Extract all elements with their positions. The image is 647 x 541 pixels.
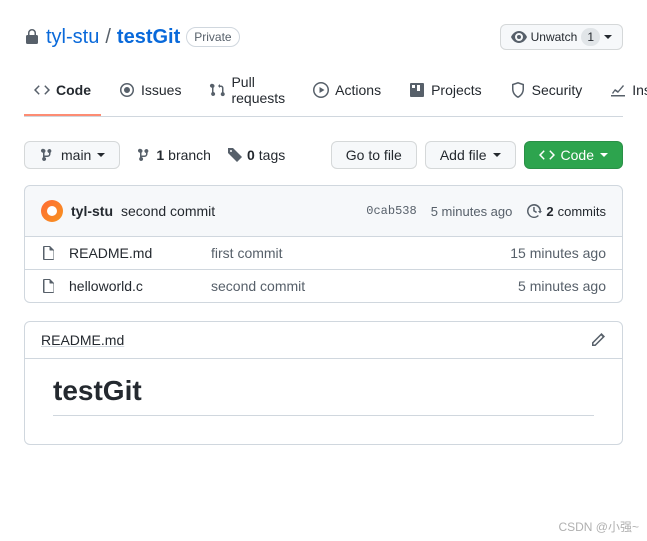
pencil-icon[interactable] [590,332,606,348]
tab-code[interactable]: Code [24,66,101,116]
commit-sha[interactable]: 0cab538 [366,204,416,218]
branch-icon [39,147,55,163]
history-icon [526,203,542,219]
insights-icon [610,82,626,98]
repo-tabs: Code Issues Pull requests Actions Projec… [24,66,623,117]
visibility-badge: Private [186,27,239,47]
shield-icon [510,82,526,98]
path-separator: / [105,26,111,49]
commit-message[interactable]: second commit [121,203,215,219]
lock-icon [24,29,40,45]
file-toolbar: main 1 branch 0 tags Go to file Add file [24,141,623,169]
issues-icon [119,82,135,98]
file-time: 5 minutes ago [518,278,606,294]
tag-icon [227,147,243,163]
tab-insights[interactable]: Insights [600,66,647,116]
repo-name-link[interactable]: testGit [117,26,180,48]
latest-commit-bar: tyl-stu second commit 0cab538 5 minutes … [24,185,623,237]
avatar[interactable] [41,200,63,222]
projects-icon [409,82,425,98]
watch-label: Unwatch [531,30,578,44]
pull-request-icon [209,82,225,98]
caret-down-icon [97,153,105,161]
tab-actions[interactable]: Actions [303,66,391,116]
repo-title: tyl-stu / testGit Private [24,26,240,49]
caret-down-icon [604,35,612,43]
code-icon [539,147,555,163]
tab-issues[interactable]: Issues [109,66,191,116]
file-row: helloworld.c second commit 5 minutes ago [25,269,622,302]
eye-icon [511,29,527,45]
tab-projects[interactable]: Projects [399,66,492,116]
file-list: README.md first commit 15 minutes ago he… [24,237,623,303]
tab-pull-requests[interactable]: Pull requests [199,66,295,116]
code-icon [34,82,50,98]
file-commit-link[interactable]: second commit [211,278,518,294]
go-to-file-button[interactable]: Go to file [331,141,417,169]
tags-link[interactable]: 0 tags [227,147,285,163]
file-row: README.md first commit 15 minutes ago [25,237,622,269]
file-icon [41,278,57,294]
readme-filename-link[interactable]: README.md [41,332,124,348]
actions-icon [313,82,329,98]
branch-select-button[interactable]: main [24,141,120,169]
branch-icon [136,147,152,163]
file-time: 15 minutes ago [510,245,606,261]
add-file-button[interactable]: Add file [425,141,516,169]
watermark: CSDN @小强~ [558,518,639,535]
file-icon [41,245,57,261]
commit-time: 5 minutes ago [431,204,513,219]
code-download-button[interactable]: Code [524,141,623,169]
branches-link[interactable]: 1 branch [136,147,211,163]
repo-owner-link[interactable]: tyl-stu [46,26,99,49]
readme-panel: README.md testGit [24,321,623,445]
repo-header: tyl-stu / testGit Private Unwatch 1 [24,24,623,50]
watch-count: 1 [581,28,600,46]
caret-down-icon [600,153,608,161]
caret-down-icon [493,153,501,161]
tab-security[interactable]: Security [500,66,593,116]
file-name-link[interactable]: README.md [69,245,152,261]
file-name-link[interactable]: helloworld.c [69,278,143,294]
commits-link[interactable]: 2 commits [526,203,606,219]
unwatch-button[interactable]: Unwatch 1 [500,24,623,50]
commit-author[interactable]: tyl-stu [71,203,113,219]
file-commit-link[interactable]: first commit [211,245,510,261]
readme-heading: testGit [53,375,594,416]
